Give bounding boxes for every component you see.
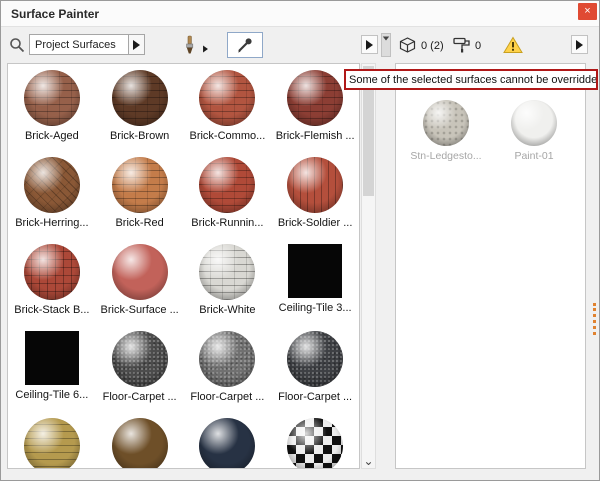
surface-label: Ceiling-Tile 6...	[15, 389, 88, 401]
paintbrush-icon[interactable]	[179, 35, 199, 55]
surface-painter-window: Surface Painter × Project Surfaces	[0, 0, 600, 481]
surface-item[interactable]	[8, 414, 96, 469]
search-icon	[9, 37, 25, 53]
surface-label: Brick-Runnin...	[191, 217, 263, 229]
surface-thumbnail[interactable]	[199, 331, 255, 387]
surface-item[interactable]: Stn-Ledgesto...	[402, 96, 490, 162]
surface-thumbnail[interactable]	[112, 418, 168, 469]
surface-filter-value: Project Surfaces	[35, 39, 116, 51]
surface-item[interactable]: Ceiling-Tile 6...	[8, 327, 96, 414]
dock-indicator	[593, 303, 596, 335]
filter-popup-button[interactable]	[128, 34, 145, 55]
right-arrow-icon	[576, 40, 583, 50]
surface-item[interactable]: Floor-Carpet ...	[184, 327, 272, 414]
paint-roller-icon	[453, 37, 471, 53]
surface-label: Stn-Ledgesto...	[410, 150, 481, 162]
right-arrow-icon	[203, 46, 208, 53]
surface-label: Brick-Herring...	[15, 217, 88, 229]
surface-item[interactable]: Brick-Red	[96, 153, 184, 240]
surface-item[interactable]: Paint-01	[490, 96, 578, 162]
surface-item[interactable]: Ceiling-Tile 3...	[271, 240, 359, 327]
surface-thumbnail[interactable]	[199, 157, 255, 213]
surface-item[interactable]: Brick-Herring...	[8, 153, 96, 240]
override-count: 0	[475, 40, 481, 52]
surface-label: Floor-Carpet ...	[103, 391, 177, 403]
toolbar: Project Surfaces 0 (2) 0	[1, 28, 599, 62]
surface-label: Floor-Carpet ...	[278, 391, 352, 403]
brush-dropdown-arrow-icon[interactable]	[202, 41, 209, 59]
surface-item[interactable]: Brick-Runnin...	[184, 153, 272, 240]
surface-item[interactable]: Brick-Commo...	[184, 66, 272, 153]
surface-item[interactable]: Brick-Surface ...	[96, 240, 184, 327]
eyedropper-button[interactable]	[227, 32, 263, 58]
surface-label: Brick-Stack B...	[14, 304, 89, 316]
surface-thumbnail[interactable]	[24, 418, 80, 469]
surface-item[interactable]: Floor-Carpet ...	[271, 327, 359, 414]
surface-item[interactable]	[184, 414, 272, 469]
surface-item[interactable]: Brick-Brown	[96, 66, 184, 153]
surface-label: Brick-Brown	[110, 130, 169, 142]
surface-label: Paint-01	[514, 150, 553, 162]
expand-left-button[interactable]	[361, 35, 378, 54]
warning-tooltip: Some of the selected surfaces cannot be …	[344, 69, 598, 90]
toolbar-splitter[interactable]	[381, 33, 391, 57]
surface-thumbnail[interactable]	[199, 244, 255, 300]
surface-filter-combo[interactable]: Project Surfaces	[29, 34, 129, 55]
scroll-down-icon[interactable]: ⌄	[362, 455, 375, 467]
surface-item[interactable]: Floor-Carpet ...	[96, 327, 184, 414]
surface-thumbnail[interactable]	[511, 100, 557, 146]
surface-thumbnail[interactable]	[287, 331, 343, 387]
surface-thumbnail[interactable]	[287, 157, 343, 213]
titlebar[interactable]: Surface Painter ×	[1, 1, 599, 27]
surface-item[interactable]: Brick-Soldier ...	[271, 153, 359, 240]
warning-icon[interactable]	[503, 36, 523, 54]
surface-thumbnail[interactable]	[287, 70, 343, 126]
surface-thumbnail[interactable]	[112, 331, 168, 387]
close-icon: ×	[584, 5, 590, 17]
surface-grid[interactable]: Brick-Aged Brick-Brown Brick-Commo... Brick…	[7, 63, 360, 469]
surface-item[interactable]: Brick-Aged	[8, 66, 96, 153]
surface-label: Floor-Carpet ...	[190, 391, 264, 403]
tooltip-text: Some of the selected surfaces cannot be …	[349, 74, 598, 86]
close-button[interactable]: ×	[578, 3, 597, 20]
surface-thumbnail[interactable]	[112, 244, 168, 300]
window-title: Surface Painter	[11, 7, 99, 21]
surface-thumbnail[interactable]	[199, 70, 255, 126]
surface-thumbnail[interactable]	[288, 244, 342, 298]
down-arrow-icon	[383, 37, 389, 41]
surface-label: Brick-White	[199, 304, 255, 316]
surface-item[interactable]: Brick-Stack B...	[8, 240, 96, 327]
surface-thumbnail[interactable]	[24, 157, 80, 213]
surface-item[interactable]	[271, 414, 359, 469]
surface-thumbnail[interactable]	[287, 418, 343, 469]
surface-thumbnail[interactable]	[112, 157, 168, 213]
surface-label: Brick-Flemish ...	[276, 130, 355, 142]
surface-label: Brick-Red	[115, 217, 163, 229]
surface-thumbnail[interactable]	[25, 331, 79, 385]
surface-thumbnail[interactable]	[24, 70, 80, 126]
surface-thumbnail[interactable]	[423, 100, 469, 146]
surface-item[interactable]: Brick-White	[184, 240, 272, 327]
override-panel[interactable]: Stn-Ledgesto... Paint-01	[395, 63, 586, 469]
cube-icon	[399, 37, 416, 53]
surface-thumbnail[interactable]	[24, 244, 80, 300]
surface-label: Ceiling-Tile 3...	[279, 302, 352, 314]
right-arrow-icon	[366, 40, 373, 50]
right-arrow-icon	[133, 40, 140, 50]
surface-thumbnail[interactable]	[112, 70, 168, 126]
surface-label: Brick-Aged	[25, 130, 79, 142]
grid-scrollbar[interactable]: ⌄	[361, 63, 376, 469]
surface-label: Brick-Commo...	[189, 130, 265, 142]
expand-right-button[interactable]	[571, 35, 588, 54]
surface-count: 0 (2)	[421, 40, 444, 52]
surface-label: Brick-Surface ...	[101, 304, 179, 316]
surface-item[interactable]	[96, 414, 184, 469]
surface-thumbnail[interactable]	[199, 418, 255, 469]
eyedropper-icon	[235, 35, 255, 55]
surface-label: Brick-Soldier ...	[278, 217, 353, 229]
